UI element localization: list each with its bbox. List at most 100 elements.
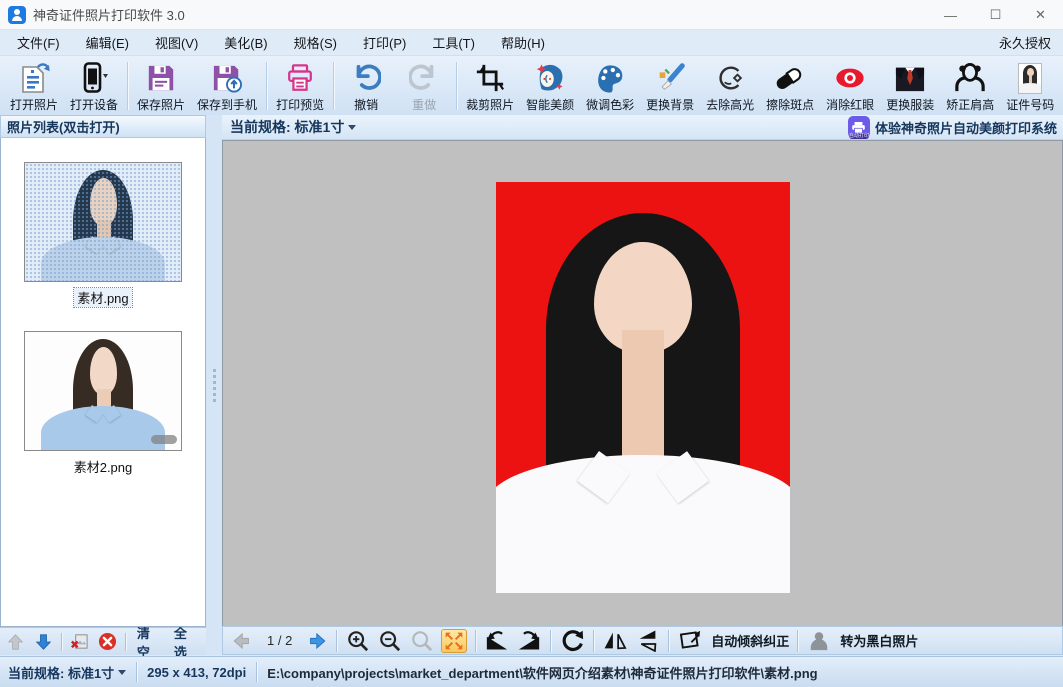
save-to-phone-label: 保存到手机 bbox=[197, 96, 257, 113]
status-bar: 当前规格: 标准1寸 295 x 413, 72dpi E:\company\p… bbox=[0, 656, 1063, 687]
undo-label: 撤销 bbox=[354, 96, 378, 113]
zoom-in-button[interactable] bbox=[345, 629, 371, 653]
id-number-button[interactable]: 证件号码 bbox=[1000, 60, 1060, 114]
open-device-button[interactable]: 打开设备 bbox=[64, 60, 124, 114]
erase-spots-button[interactable]: 擦除斑点 bbox=[760, 60, 820, 114]
photo-canvas[interactable] bbox=[222, 140, 1063, 626]
zoom-reset-button[interactable] bbox=[409, 629, 435, 653]
photo-filename-2[interactable]: 素材2.png bbox=[71, 457, 136, 476]
move-up-button[interactable] bbox=[6, 632, 26, 652]
crop-photo-label: 裁剪照片 bbox=[466, 96, 514, 113]
thumbnail-watermark bbox=[151, 435, 177, 444]
maximize-button[interactable]: ☐ bbox=[973, 0, 1018, 30]
menu-edit[interactable]: 编辑(E) bbox=[73, 29, 142, 56]
open-device-label: 打开设备 bbox=[70, 96, 118, 113]
suit-icon bbox=[893, 62, 927, 94]
photo-thumbnail-1[interactable] bbox=[24, 162, 182, 282]
menu-view[interactable]: 视图(V) bbox=[142, 29, 211, 56]
smart-beauty-label: 智能美颜 bbox=[526, 96, 574, 113]
photo-filename-1[interactable]: 素材.png bbox=[74, 288, 131, 307]
status-separator bbox=[136, 662, 137, 682]
auto-tilt-correct-button[interactable] bbox=[677, 629, 703, 653]
flip-horizontal-button[interactable] bbox=[602, 629, 628, 653]
save-to-phone-button[interactable]: 保存到手机 bbox=[191, 60, 263, 114]
redo-button[interactable]: 重做 bbox=[395, 60, 453, 114]
change-clothes-label: 更换服装 bbox=[886, 96, 934, 113]
redo-icon bbox=[407, 62, 441, 94]
remove-highlight-button[interactable]: 去除高光 bbox=[700, 60, 760, 114]
current-spec-label[interactable]: 当前规格: 标准1寸 bbox=[230, 117, 344, 137]
id-number-label: 证件号码 bbox=[1006, 96, 1054, 113]
print-preview-button[interactable]: 打印预览 bbox=[270, 60, 330, 114]
remove-red-eye-label: 消除红眼 bbox=[826, 96, 874, 113]
current-photo[interactable] bbox=[496, 182, 790, 593]
menu-help[interactable]: 帮助(H) bbox=[488, 29, 558, 56]
auto-print-badge: 自动打印 bbox=[849, 133, 869, 139]
close-button[interactable]: ✕ bbox=[1018, 0, 1063, 30]
menu-bar: 文件(F) 编辑(E) 视图(V) 美化(B) 规格(S) 打印(P) 工具(T… bbox=[0, 30, 1063, 56]
status-file-path: E:\company\projects\market_department\软件… bbox=[267, 663, 817, 682]
open-photo-label: 打开照片 bbox=[10, 96, 58, 113]
remove-highlight-icon bbox=[713, 62, 747, 94]
erase-spots-label: 擦除斑点 bbox=[766, 96, 814, 113]
save-photo-label: 保存照片 bbox=[137, 96, 185, 113]
zoom-out-button[interactable] bbox=[377, 629, 403, 653]
rotate-left-button[interactable] bbox=[484, 629, 510, 653]
status-spec[interactable]: 当前规格: 标准1寸 bbox=[8, 663, 126, 682]
open-photo-button[interactable]: 打开照片 bbox=[4, 60, 64, 114]
photo-thumbnail-2[interactable] bbox=[24, 331, 182, 451]
crop-icon bbox=[473, 62, 507, 94]
change-background-label: 更换背景 bbox=[646, 96, 694, 113]
photo-list-item-2[interactable]: 素材2.png bbox=[1, 307, 205, 476]
next-photo-button[interactable] bbox=[302, 629, 328, 653]
change-clothes-button[interactable]: 更换服装 bbox=[880, 60, 940, 114]
red-eye-icon bbox=[833, 62, 867, 94]
menu-tools[interactable]: 工具(T) bbox=[419, 29, 488, 56]
menu-spec[interactable]: 规格(S) bbox=[281, 29, 350, 56]
to-black-white-button[interactable] bbox=[806, 629, 832, 653]
toolbar-separator bbox=[593, 630, 594, 652]
photo-list-item-1[interactable]: 素材.png bbox=[1, 138, 205, 307]
photo-list[interactable]: 素材.png 素材2.png bbox=[0, 138, 206, 627]
main-header: 当前规格: 标准1寸 自动打印 体验神奇照片自动美颜打印系统 bbox=[222, 115, 1063, 140]
open-photo-icon bbox=[17, 62, 51, 94]
delete-photo-button[interactable] bbox=[70, 632, 90, 652]
palette-icon bbox=[593, 62, 627, 94]
promo-link[interactable]: 自动打印 体验神奇照片自动美颜打印系统 bbox=[848, 116, 1057, 138]
move-down-button[interactable] bbox=[34, 632, 54, 652]
license-label[interactable]: 永久授权 bbox=[999, 33, 1051, 52]
undo-icon bbox=[349, 62, 383, 94]
menu-beautify[interactable]: 美化(B) bbox=[211, 29, 280, 56]
menu-print[interactable]: 打印(P) bbox=[350, 29, 419, 56]
minimize-button[interactable]: — bbox=[928, 0, 973, 30]
main-area: 当前规格: 标准1寸 自动打印 体验神奇照片自动美颜打印系统 1 / 2 bbox=[222, 115, 1063, 655]
title-bar: 神奇证件照片打印软件 3.0 — ☐ ✕ bbox=[0, 0, 1063, 30]
smart-beauty-icon bbox=[533, 62, 567, 94]
rotate-180-button[interactable] bbox=[559, 629, 585, 653]
color-adjust-button[interactable]: 微调色彩 bbox=[580, 60, 640, 114]
change-background-button[interactable]: 更换背景 bbox=[640, 60, 700, 114]
to-black-white-label[interactable]: 转为黑白照片 bbox=[840, 631, 918, 650]
smart-beauty-button[interactable]: 智能美颜 bbox=[520, 60, 580, 114]
toolbar-separator bbox=[333, 62, 334, 110]
menu-file[interactable]: 文件(F) bbox=[4, 29, 73, 56]
crop-photo-button[interactable]: 裁剪照片 bbox=[460, 60, 520, 114]
toolbar-separator bbox=[668, 630, 669, 652]
toolbar-separator bbox=[797, 630, 798, 652]
prev-photo-button[interactable] bbox=[231, 629, 257, 653]
fix-shoulders-button[interactable]: 矫正肩高 bbox=[940, 60, 1000, 114]
flip-vertical-button[interactable] bbox=[634, 629, 660, 653]
rotate-right-button[interactable] bbox=[516, 629, 542, 653]
photo-list-footer: 清空 全选 bbox=[0, 627, 206, 655]
main-toolbar: 打开照片 打开设备 保存照片 保存到手机 打印预览 撤销 bbox=[0, 56, 1063, 115]
panel-splitter[interactable] bbox=[206, 115, 222, 655]
print-preview-icon bbox=[283, 62, 317, 94]
undo-button[interactable]: 撤销 bbox=[337, 60, 395, 114]
eraser-icon bbox=[773, 62, 807, 94]
remove-red-eye-button[interactable]: 消除红眼 bbox=[820, 60, 880, 114]
auto-tilt-label[interactable]: 自动倾斜纠正 bbox=[711, 631, 789, 650]
chevron-down-icon[interactable] bbox=[348, 125, 356, 130]
delete-all-button[interactable] bbox=[97, 632, 117, 652]
fit-to-window-button[interactable] bbox=[441, 629, 467, 653]
save-photo-button[interactable]: 保存照片 bbox=[131, 60, 191, 114]
